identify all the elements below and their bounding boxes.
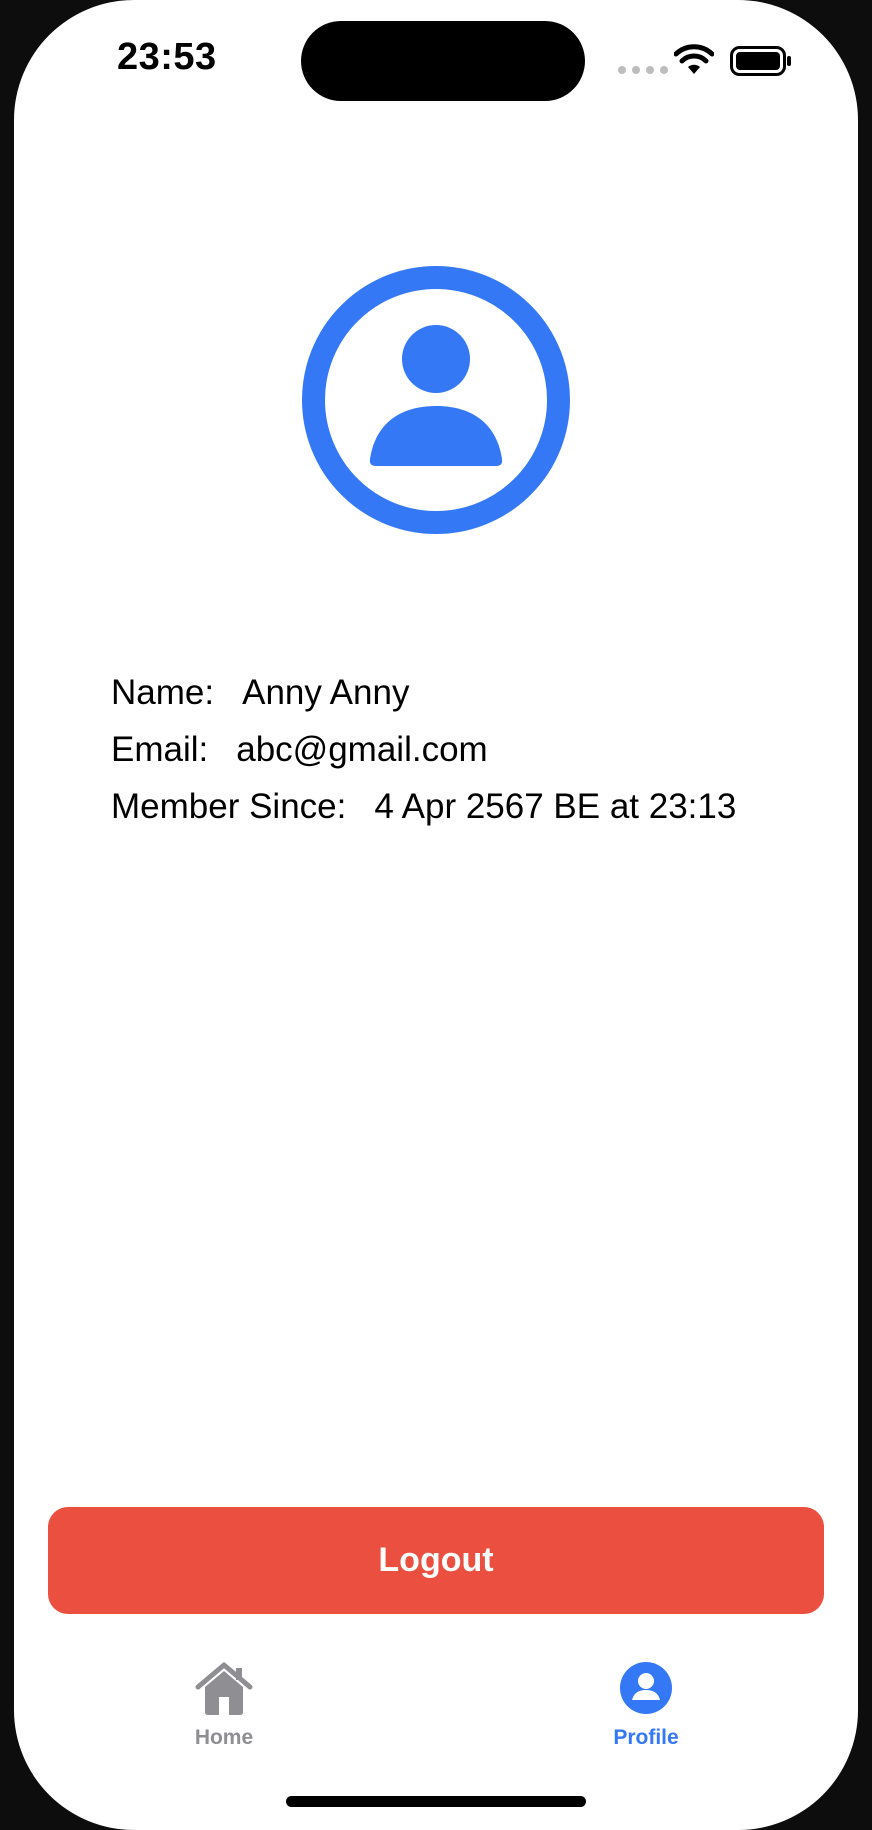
device-frame: 23:53 Name: Anny Anny Email: abc@gmail.com… [0, 0, 872, 1830]
member-since-label: Member Since: [111, 787, 347, 826]
screen: 23:53 Name: Anny Anny Email: abc@gmail.com… [14, 0, 858, 1830]
person-circle-icon [620, 1662, 672, 1714]
wifi-icon [674, 44, 714, 74]
battery-icon [730, 46, 791, 76]
home-indicator[interactable] [286, 1796, 586, 1807]
tab-profile-label: Profile [613, 1726, 679, 1749]
profile-info: Name: Anny Anny Email: abc@gmail.com Membe… [111, 664, 736, 835]
email-value: abc@gmail.com [236, 730, 488, 769]
name-row: Name: Anny Anny [111, 664, 736, 721]
tab-home[interactable]: Home [154, 1660, 294, 1750]
dynamic-island [301, 21, 585, 101]
name-label: Name: [111, 673, 215, 712]
status-time: 23:53 [117, 36, 217, 78]
member-since-value: 4 Apr 2567 BE at 23:13 [374, 787, 737, 826]
house-icon [195, 1662, 253, 1715]
email-label: Email: [111, 730, 209, 769]
name-value: Anny Anny [242, 673, 410, 712]
cellular-signal-icon [618, 66, 668, 74]
member-since-row: Member Since: 4 Apr 2567 BE at 23:13 [111, 778, 736, 835]
email-row: Email: abc@gmail.com [111, 721, 736, 778]
tab-home-label: Home [194, 1726, 254, 1749]
tab-profile[interactable]: Profile [576, 1660, 716, 1750]
profile-avatar-icon [302, 266, 570, 534]
logout-button[interactable]: Logout [48, 1507, 824, 1614]
